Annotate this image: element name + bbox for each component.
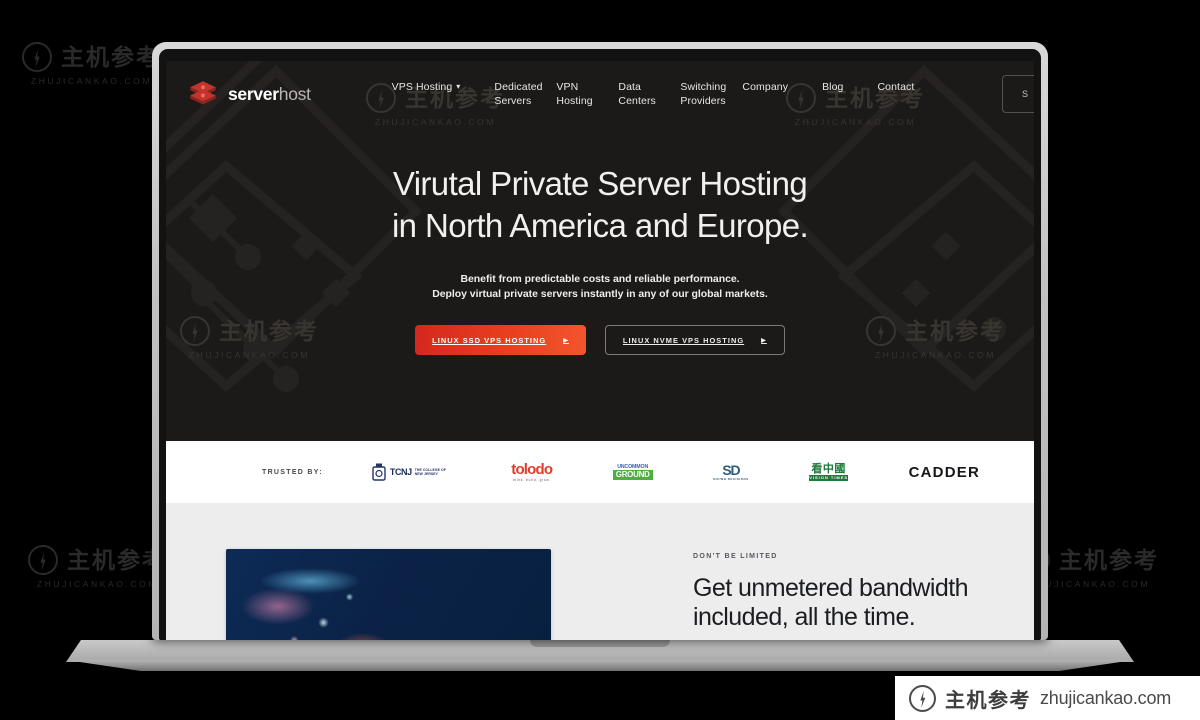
brand-logo[interactable]: serverhost <box>188 79 311 109</box>
nav-item-data-centers[interactable]: Data Centers <box>601 80 663 108</box>
laptop-bezel: 主机参考 ZHUJICANKAO.COM 主机参考 ZHUJICANKAO.CO… <box>159 49 1041 640</box>
hero-cta-row: LINUX SSD VPS HOSTING ▶ LINUX NVME VPS H… <box>166 325 1034 355</box>
website-viewport: 主机参考 ZHUJICANKAO.COM 主机参考 ZHUJICANKAO.CO… <box>166 61 1034 640</box>
bolt-circle-icon <box>909 684 936 712</box>
hero-section: 主机参考 ZHUJICANKAO.COM 主机参考 ZHUJICANKAO.CO… <box>166 61 1034 441</box>
chevron-down-icon: ▾ <box>456 82 461 91</box>
nav-item-company[interactable]: Company <box>725 80 805 94</box>
tcnj-logo: TCNJ THE COLLEGE OF NEW JERSEY <box>371 463 451 482</box>
badge-chinese-name: 主机参考 <box>945 689 1031 712</box>
linux-nvme-vps-hosting-button[interactable]: LINUX NVME VPS HOSTING ▶ <box>604 325 785 355</box>
trusted-by-label: TRUSTED BY: <box>262 468 323 476</box>
laptop-lid: 主机参考 ZHUJICANKAO.COM 主机参考 ZHUJICANKAO.CO… <box>152 42 1048 640</box>
trusted-logo-list: TCNJ THE COLLEGE OF NEW JERSEY tolodo th… <box>371 460 1006 482</box>
feature-heading: Get unmetered bandwidth included, all th… <box>693 574 969 631</box>
tolodo-logo: tolodo think. build. grow. <box>511 460 553 482</box>
site-credit-badge: 主机参考 zhujicankao.com <box>895 676 1200 720</box>
trusted-by-section: TRUSTED BY: TCNJ THE COLLEGE OF NEW JERS… <box>166 441 1034 503</box>
nav-item-vpn-hosting[interactable]: VPN Hosting <box>539 80 601 108</box>
sound-decisions-logo: SD SOUND DECISIONS <box>713 462 749 481</box>
uncommon-ground-logo: UNCOMMON GROUND <box>612 464 653 480</box>
hero-subheading: Benefit from predictable costs and relia… <box>432 273 768 300</box>
laptop-screen: 主机参考 ZHUJICANKAO.COM 主机参考 ZHUJICANKAO.CO… <box>166 61 1034 640</box>
nav-menu: VPS Hosting ▾ Dedicated Servers VPN Hosti… <box>375 80 1002 108</box>
nav-item-vps-hosting[interactable]: VPS Hosting ▾ <box>375 80 478 94</box>
linux-ssd-vps-hosting-button[interactable]: LINUX SSD VPS HOSTING ▶ <box>415 325 586 355</box>
badge-domain: zhujicankao.com <box>1040 687 1172 708</box>
stacked-server-icon <box>190 81 216 105</box>
laptop-notch <box>530 640 670 647</box>
nav-item-blog[interactable]: Blog <box>805 80 860 94</box>
fiber-optic-cable-photo <box>226 549 551 640</box>
brand-wordmark: serverhost <box>228 83 311 104</box>
main-navigation: serverhost VPS Hosting ▾ Dedicated Server… <box>166 61 1034 127</box>
hero-content: Virutal Private Server Hosting in North … <box>166 127 1034 355</box>
cadder-logo: CADDER <box>908 463 980 481</box>
arrow-right-icon: ▶ <box>761 337 767 344</box>
feature-eyebrow: DON'T BE LIMITED <box>693 553 778 560</box>
nav-item-switching-providers[interactable]: Switching Providers <box>663 80 726 108</box>
arrow-right-icon: ▶ <box>563 337 569 344</box>
feature-copy: DON'T BE LIMITED Get unmetered bandwidth… <box>693 549 969 632</box>
tcnj-seal-icon <box>372 463 386 481</box>
vision-times-logo: 看中國 VISION TIMES <box>809 463 849 481</box>
laptop-base-lip <box>66 660 1134 671</box>
nav-item-dedicated-servers[interactable]: Dedicated Servers <box>477 80 542 108</box>
feature-section: DON'T BE LIMITED Get unmetered bandwidth… <box>166 503 1034 640</box>
hero-heading: Virutal Private Server Hosting in North … <box>391 165 809 244</box>
laptop-mockup: 主机参考 ZHUJICANKAO.COM 主机参考 ZHUJICANKAO.CO… <box>0 0 1200 720</box>
nav-item-contact[interactable]: Contact <box>860 80 931 94</box>
search-icon[interactable]: S <box>1002 75 1034 113</box>
